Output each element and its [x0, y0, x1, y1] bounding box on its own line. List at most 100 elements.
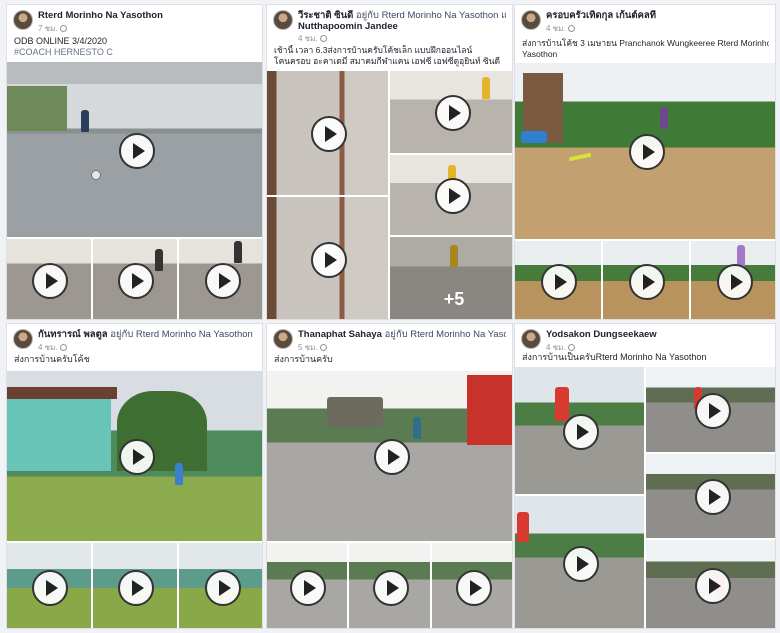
video-thumbnail[interactable] — [432, 543, 512, 628]
tagged-name[interactable]: Nutthapoomin Jandee — [298, 21, 398, 32]
video-thumbnail[interactable] — [515, 367, 644, 494]
player-figure — [482, 77, 490, 99]
video-thumbnail[interactable] — [603, 241, 689, 319]
globe-icon — [59, 344, 67, 351]
avatar[interactable] — [521, 329, 541, 349]
post-header: Thanaphat Sahaya อยู่กับ Rterd Morinho N… — [273, 329, 506, 354]
play-icon[interactable] — [118, 569, 154, 606]
video-thumbnail[interactable] — [267, 71, 388, 195]
play-icon[interactable] — [694, 568, 731, 604]
video-thumbnail[interactable] — [691, 241, 775, 319]
post-time[interactable]: 4 ชม. — [298, 32, 327, 45]
play-icon[interactable] — [629, 134, 665, 170]
author-name[interactable]: วีระชาติ ซินดี — [298, 10, 353, 21]
play-icon[interactable] — [435, 178, 471, 214]
author-name[interactable]: Yodsakon Dungseekaew — [546, 329, 657, 340]
play-icon[interactable] — [541, 264, 577, 300]
play-icon[interactable] — [372, 569, 409, 606]
post-text-line: ODB ONLINE 3/4/2020 — [14, 36, 108, 46]
author-name[interactable]: กันทรารณ์ พลตูล — [38, 329, 108, 340]
post-header: ครอบครัวเทิดกุล เก้นต์คลที 4 ชม. — [521, 10, 769, 35]
play-icon[interactable] — [204, 263, 241, 299]
globe-icon — [567, 344, 575, 351]
post-time[interactable]: 4 ชม. — [546, 22, 575, 35]
video-thumbnail[interactable] — [515, 63, 775, 239]
video-thumbnail[interactable] — [7, 239, 91, 319]
video-thumbnail[interactable] — [515, 241, 601, 319]
post-text-line: ส่งการบ้านครับโค้ช — [14, 354, 90, 364]
video-thumbnail[interactable] — [93, 239, 177, 319]
play-icon[interactable] — [118, 132, 155, 169]
avatar[interactable] — [273, 329, 293, 349]
post-header: Rterd Morinho Na Yasothon 7 ชม. — [13, 10, 256, 35]
play-icon[interactable] — [435, 95, 471, 131]
post-text-line: ส่งการบ้านเป็นครับRterd Morinho Na Yasot… — [522, 352, 707, 362]
post-time[interactable]: 4 ชม. — [38, 341, 67, 354]
play-icon[interactable] — [32, 569, 68, 606]
globe-icon — [319, 344, 327, 351]
author-name[interactable]: Thanaphat Sahaya — [298, 329, 382, 340]
video-thumbnail[interactable] — [267, 197, 388, 319]
play-icon[interactable] — [310, 116, 347, 152]
post-card: กันทรารณ์ พลตูล อยู่กับ Rterd Morinho Na… — [6, 323, 263, 629]
video-thumbnail[interactable] — [7, 62, 262, 237]
player-figure — [234, 241, 242, 263]
video-thumbnail[interactable] — [646, 367, 775, 452]
play-icon[interactable] — [32, 263, 68, 299]
post-text-line: ส่งการบ้านครับ — [274, 354, 333, 364]
video-thumbnail[interactable] — [179, 239, 262, 319]
play-icon[interactable] — [717, 264, 753, 300]
post-header: วีระชาติ ซินดี อยู่กับ Rterd Morinho Na … — [273, 10, 506, 45]
avatar[interactable] — [273, 10, 293, 30]
play-icon[interactable] — [562, 546, 599, 582]
author-name[interactable]: Rterd Morinho Na Yasothon — [38, 10, 163, 21]
play-icon[interactable] — [290, 569, 326, 606]
globe-icon — [59, 25, 67, 32]
post-author-line: Yodsakon Dungseekaew — [546, 329, 769, 340]
video-thumbnail[interactable] — [267, 543, 347, 628]
play-icon[interactable] — [694, 479, 731, 515]
post-card: Thanaphat Sahaya อยู่กับ Rterd Morinho N… — [266, 323, 513, 629]
more-media-overlay[interactable]: +5 — [390, 237, 512, 319]
post-card: ครอบครัวเทิดกุล เก้นต์คลที 4 ชม. ส่งการบ… — [514, 4, 776, 320]
post-author-line: วีระชาติ ซินดี อยู่กับ Rterd Morinho Na … — [298, 10, 506, 21]
post-text-line: เช้านี้ เวลา 6.3ส่งการบ้านครับโค้ชเล็ก แ… — [274, 45, 473, 55]
post-author-line: ครอบครัวเทิดกุล เก้นต์คลที — [546, 10, 769, 21]
author-name[interactable]: ครอบครัวเทิดกุล เก้นต์คลที — [546, 10, 656, 21]
avatar[interactable] — [13, 329, 33, 349]
video-thumbnail[interactable] — [349, 543, 430, 628]
post-author-line-2: Nutthapoomin Jandee — [298, 21, 506, 32]
play-icon[interactable] — [694, 392, 731, 429]
play-icon[interactable] — [204, 569, 241, 606]
post-time[interactable]: 7 ชม. — [38, 22, 67, 35]
post-author-line: Rterd Morinho Na Yasothon — [38, 10, 256, 21]
avatar[interactable] — [13, 10, 33, 30]
video-thumbnail[interactable] — [390, 155, 512, 235]
video-thumbnail[interactable] — [267, 371, 512, 541]
video-thumbnail[interactable] — [390, 71, 512, 153]
video-thumbnail[interactable] — [646, 540, 775, 628]
play-icon[interactable] — [629, 264, 665, 300]
video-thumbnail[interactable] — [7, 543, 91, 628]
video-thumbnail[interactable] — [179, 543, 262, 628]
video-thumbnail[interactable] — [646, 454, 775, 538]
avatar[interactable] — [521, 10, 541, 30]
video-thumbnail[interactable] — [7, 371, 262, 541]
post-time[interactable]: 5 ชม. — [298, 341, 327, 354]
play-icon[interactable] — [118, 439, 155, 475]
post-card: Yodsakon Dungseekaew 4 ชม. ส่งการบ้านเป็… — [514, 323, 776, 629]
globe-icon — [567, 25, 575, 32]
post-author-line: Thanaphat Sahaya อยู่กับ Rterd Morinho N… — [298, 329, 506, 340]
play-icon[interactable] — [456, 569, 492, 606]
play-icon[interactable] — [373, 439, 410, 475]
play-icon[interactable] — [310, 242, 347, 278]
play-icon[interactable] — [118, 263, 154, 299]
post-card: วีระชาติ ซินดี อยู่กับ Rterd Morinho Na … — [266, 4, 513, 320]
video-thumbnail[interactable] — [93, 543, 177, 628]
play-icon[interactable] — [562, 413, 599, 450]
post-text-line: #COACH HERNESTO C — [14, 47, 113, 57]
player-figure — [81, 110, 89, 132]
post-text-line: โคนครอบ อะคาเดมี่ สมาคมกีฬาแคน เอฟซี เอฟ… — [274, 56, 501, 66]
video-thumbnail[interactable]: +5 — [390, 237, 512, 319]
video-thumbnail[interactable] — [515, 496, 644, 628]
